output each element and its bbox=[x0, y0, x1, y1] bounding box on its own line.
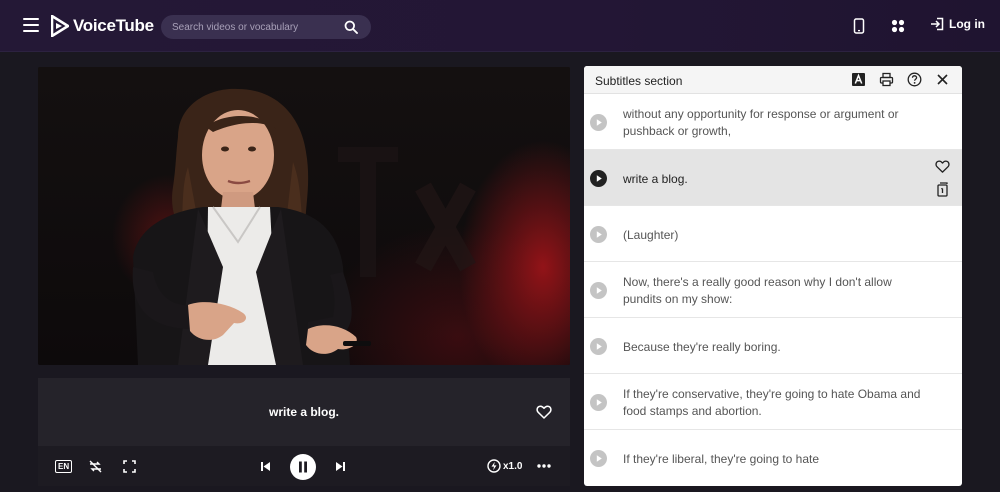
subtitle-text: write a blog. bbox=[623, 172, 688, 186]
subtitle-row[interactable]: If they're conservative, they're going t… bbox=[584, 374, 962, 430]
pause-icon bbox=[299, 461, 307, 473]
play-line-icon[interactable] bbox=[590, 338, 607, 355]
play-line-icon[interactable] bbox=[590, 226, 607, 243]
search-icon[interactable] bbox=[344, 20, 358, 34]
current-subtitle-bar: write a blog. bbox=[38, 378, 570, 446]
subtitle-row-active[interactable]: write a blog. bbox=[584, 150, 962, 206]
copy-icon[interactable] bbox=[935, 182, 950, 197]
apps-grid-icon[interactable] bbox=[890, 18, 906, 34]
play-line-icon[interactable] bbox=[590, 170, 607, 187]
fullscreen-icon[interactable] bbox=[123, 460, 136, 473]
top-navbar: VoiceTube Log in bbox=[0, 0, 1000, 52]
video-player[interactable] bbox=[38, 67, 570, 365]
voicetube-logo-mark-icon bbox=[51, 15, 69, 37]
subtitle-text: Now, there's a really good reason why I … bbox=[623, 275, 892, 306]
print-icon[interactable] bbox=[879, 72, 894, 87]
search-input[interactable] bbox=[172, 19, 342, 35]
pause-button[interactable] bbox=[290, 454, 316, 480]
login-button[interactable]: Log in bbox=[930, 17, 985, 31]
play-line-icon[interactable] bbox=[590, 282, 607, 299]
subtitle-text: If they're liberal, they're going to hat… bbox=[623, 452, 820, 466]
playback-speed-label: x1.0 bbox=[503, 460, 523, 472]
help-icon[interactable] bbox=[907, 72, 922, 87]
play-line-icon[interactable] bbox=[590, 394, 607, 411]
speed-bolt-icon bbox=[487, 459, 501, 473]
more-options-icon[interactable] bbox=[537, 464, 551, 468]
loop-off-icon[interactable] bbox=[88, 459, 103, 474]
heart-icon[interactable] bbox=[536, 404, 552, 420]
next-sentence-icon[interactable] bbox=[335, 461, 346, 472]
subtitle-language-button[interactable]: EN bbox=[55, 460, 73, 473]
mobile-app-icon[interactable] bbox=[851, 18, 867, 34]
subtitle-text: without any opportunity for response or … bbox=[623, 107, 899, 138]
current-subtitle-text: write a blog. bbox=[268, 405, 339, 419]
subtitle-row[interactable]: Because they're really boring. bbox=[584, 318, 962, 374]
player-controls: EN x1.0 bbox=[38, 446, 570, 486]
brand-name: VoiceTube bbox=[73, 16, 154, 35]
playback-speed-button[interactable]: x1.0 bbox=[487, 459, 522, 473]
subtitle-text: If they're conservative, they're going t… bbox=[623, 387, 921, 418]
subtitles-panel: Subtitles section without any opportunit… bbox=[584, 66, 962, 486]
play-line-icon[interactable] bbox=[590, 114, 607, 131]
subtitles-panel-title: Subtitles section bbox=[595, 74, 683, 88]
subtitle-text: (Laughter) bbox=[623, 228, 679, 242]
subtitle-row[interactable]: Now, there's a really good reason why I … bbox=[584, 262, 962, 318]
previous-sentence-icon[interactable] bbox=[260, 461, 271, 472]
subtitle-row[interactable]: (Laughter) bbox=[584, 206, 962, 262]
menu-icon[interactable] bbox=[23, 18, 39, 32]
play-line-icon[interactable] bbox=[590, 450, 607, 467]
subtitle-row[interactable]: without any opportunity for response or … bbox=[584, 94, 962, 150]
subtitles-panel-header: Subtitles section bbox=[584, 66, 962, 94]
subtitle-row[interactable]: If they're liberal, they're going to hat… bbox=[584, 430, 962, 486]
login-label: Log in bbox=[949, 17, 985, 31]
search-bar bbox=[161, 15, 371, 39]
voicetube-logo[interactable]: VoiceTube bbox=[51, 15, 154, 37]
subtitle-text: Because they're really boring. bbox=[623, 340, 781, 354]
font-size-icon[interactable] bbox=[851, 72, 866, 87]
heart-icon[interactable] bbox=[935, 159, 950, 174]
speaker-video-frame bbox=[132, 88, 476, 365]
close-icon[interactable] bbox=[935, 72, 950, 87]
login-icon bbox=[931, 17, 944, 31]
